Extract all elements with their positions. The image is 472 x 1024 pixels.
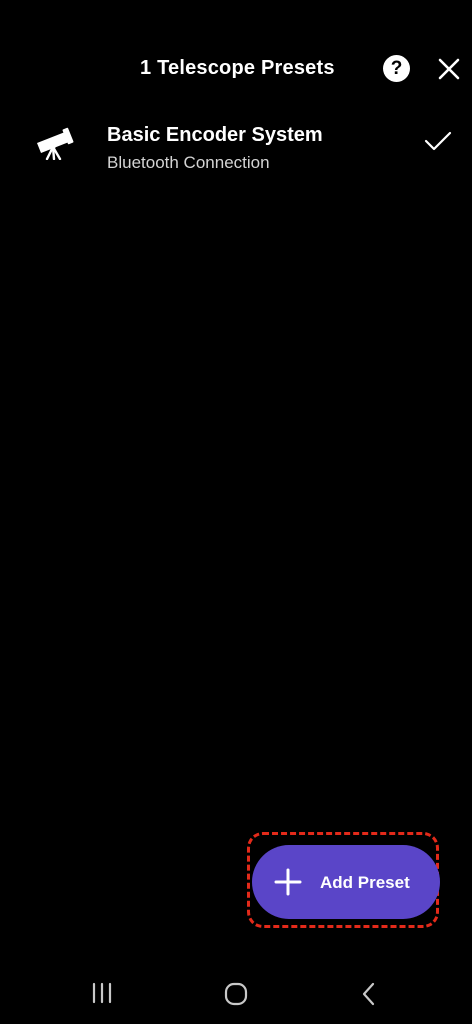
help-button[interactable]: ?	[383, 55, 410, 82]
recents-icon[interactable]	[88, 980, 116, 1006]
telescope-icon	[37, 127, 74, 160]
preset-name: Basic Encoder System	[107, 124, 323, 146]
page-title: 1 Telescope Presets	[140, 57, 335, 79]
close-button[interactable]	[434, 54, 464, 84]
plus-icon	[274, 868, 302, 896]
add-preset-button[interactable]: Add Preset	[252, 845, 440, 919]
back-icon[interactable]	[355, 980, 383, 1008]
home-icon[interactable]	[222, 980, 250, 1008]
add-preset-label: Add Preset	[320, 873, 410, 892]
help-icon: ?	[390, 57, 403, 79]
close-icon	[438, 58, 460, 80]
preset-list-item[interactable]: Basic Encoder System Bluetooth Connectio…	[0, 112, 472, 186]
system-navigation-bar	[0, 960, 472, 1024]
check-icon	[424, 131, 452, 151]
preset-connection-type: Bluetooth Connection	[107, 153, 270, 172]
